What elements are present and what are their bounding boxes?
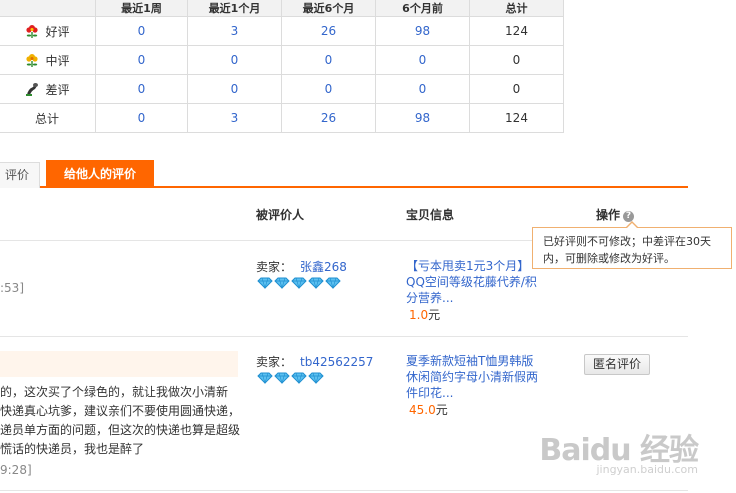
count-link[interactable]: 3 [187, 16, 282, 46]
red-flower-icon [24, 23, 40, 39]
count-link[interactable]: 26 [281, 16, 376, 46]
count-link[interactable]: 0 [281, 74, 376, 104]
count-total: 124 [469, 16, 564, 46]
summary-row-total: 总计 0 3 26 98 124 [0, 103, 564, 133]
count-link[interactable]: 0 [281, 45, 376, 75]
summary-row-bad: 差评 0 0 0 0 0 [0, 74, 564, 104]
review-tabs: 评价 给他人的评价 [0, 160, 688, 188]
summary-row-label: 好评 [45, 24, 70, 39]
column-header-target: 被评价人 [256, 208, 305, 222]
comment-highlight [0, 351, 238, 377]
diamond-icon [257, 372, 273, 384]
help-tooltip: 已好评则不可修改；中差评在30天内，可删除或修改为好评。 [532, 221, 732, 269]
baidu-watermark: Baidu 经验 jingyan.baidu.com [539, 425, 699, 476]
price-amount: 1.0 [409, 308, 429, 322]
diamond-icon [325, 277, 341, 289]
count-link[interactable]: 0 [375, 74, 470, 104]
summary-row-label: 总计 [0, 103, 96, 133]
diamond-icon [308, 277, 324, 289]
summary-header: 6个月前 [375, 0, 470, 17]
summary-header: 最近1周 [95, 0, 188, 17]
diamond-icon [274, 277, 290, 289]
column-header-action-label: 操作 [596, 208, 621, 222]
seller-credit-diamonds [257, 372, 324, 384]
seller-label: 卖家： [256, 355, 293, 369]
tab-given-reviews[interactable]: 给他人的评价 [46, 160, 154, 188]
seller-label: 卖家： [256, 260, 293, 274]
count-link[interactable]: 0 [187, 74, 282, 104]
diamond-icon [274, 372, 290, 384]
summary-row-label: 差评 [45, 82, 70, 97]
diamond-icon [291, 372, 307, 384]
count-total: 0 [469, 45, 564, 75]
review-comment: 的，这次买了个绿色的，就让我做次小清新 快递真心坑爹，建议亲们不要使用圆通快递，… [0, 385, 241, 456]
watermark-url: jingyan.baidu.com [596, 463, 698, 476]
count-link[interactable]: 0 [95, 74, 188, 104]
summary-header [0, 0, 96, 17]
black-flower-icon [24, 81, 40, 97]
count-link[interactable]: 0 [375, 45, 470, 75]
column-header-item: 宝贝信息 [406, 208, 455, 222]
seller-link[interactable]: 张鑫268 [300, 260, 347, 274]
item-title-link[interactable]: 夏季新款短袖T恤男韩版休闲简约字母小清新假两件印花... [406, 353, 538, 401]
count-link[interactable]: 98 [375, 16, 470, 46]
summary-row-label: 中评 [45, 53, 70, 68]
diamond-icon [308, 372, 324, 384]
seller-info: 卖家： 张鑫268 [256, 258, 347, 275]
review-time: 9:28] [0, 463, 32, 477]
count-link[interactable]: 26 [281, 103, 376, 133]
seller-info: 卖家： tb42562257 [256, 353, 373, 370]
divider [0, 336, 688, 337]
count-link[interactable]: 3 [187, 103, 282, 133]
summary-header: 最近6个月 [281, 0, 376, 17]
seller-credit-diamonds [257, 277, 341, 289]
summary-header: 总计 [469, 0, 564, 17]
count-total: 0 [469, 74, 564, 104]
rating-summary-table: 最近1周 最近1个月 最近6个月 6个月前 总计 好评 0 3 26 98 12… [0, 0, 564, 133]
count-link[interactable]: 0 [95, 16, 188, 46]
summary-row-neutral: 中评 0 0 0 0 0 [0, 45, 564, 75]
count-total: 124 [469, 103, 564, 133]
yellow-flower-icon [24, 52, 40, 68]
item-price: 45.0元 [409, 401, 448, 418]
diamond-icon [257, 277, 273, 289]
anonymous-review-button[interactable]: 匿名评价 [584, 354, 650, 375]
tooltip-text: 已好评则不可修改；中差评在30天内，可删除或修改为好评。 [543, 235, 711, 265]
count-link[interactable]: 0 [187, 45, 282, 75]
seller-link[interactable]: tb42562257 [300, 355, 373, 369]
divider [0, 490, 688, 491]
tab-received-reviews[interactable]: 评价 [0, 162, 40, 188]
summary-row-good: 好评 0 3 26 98 124 [0, 16, 564, 46]
price-currency: 元 [435, 403, 448, 417]
count-link[interactable]: 0 [95, 103, 188, 133]
summary-header: 最近1个月 [187, 0, 282, 17]
price-currency: 元 [428, 308, 441, 322]
item-price: 1.0元 [409, 306, 440, 323]
price-amount: 45.0 [409, 403, 436, 417]
item-title-link[interactable]: 【亏本甩卖1元3个月】QQ空间等级花藤代养/积分营养... [406, 258, 538, 306]
review-time: :53] [0, 281, 24, 295]
diamond-icon [291, 277, 307, 289]
count-link[interactable]: 98 [375, 103, 470, 133]
count-link[interactable]: 0 [95, 45, 188, 75]
